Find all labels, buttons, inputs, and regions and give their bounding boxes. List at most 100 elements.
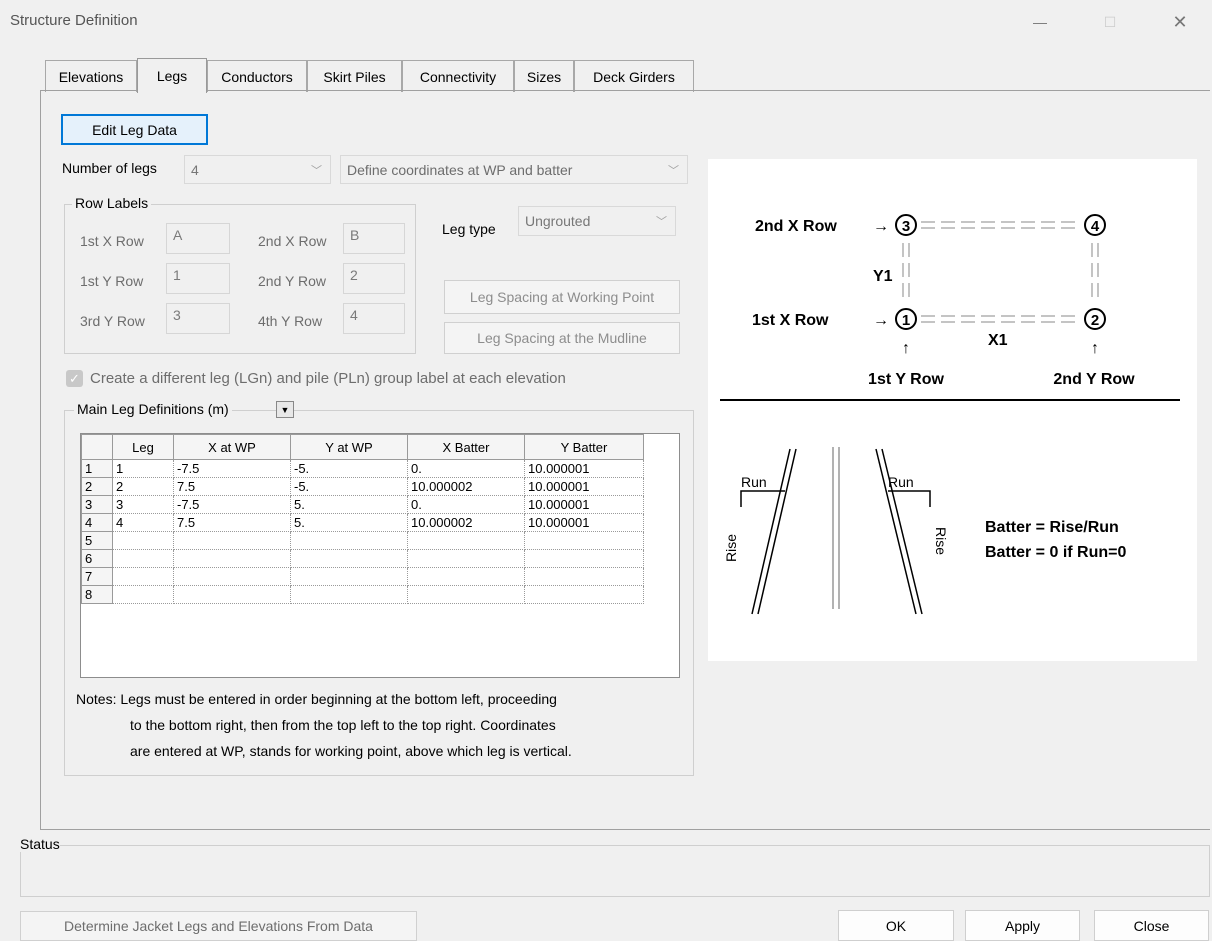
tab-sizes[interactable]: Sizes (514, 60, 574, 92)
grid-cell[interactable] (112, 585, 174, 604)
tab-connectivity[interactable]: Connectivity (402, 60, 514, 92)
table-row[interactable]: 1 1 -7.5 -5. 0. 10.000001 (81, 459, 644, 478)
grid-cell[interactable] (290, 549, 408, 568)
table-row[interactable]: 7 (81, 567, 644, 586)
x1-row-field[interactable]: A (166, 223, 230, 254)
row-number[interactable]: 2 (81, 477, 113, 496)
table-row[interactable]: 5 (81, 531, 644, 550)
grid-cell[interactable]: 10.000002 (407, 477, 525, 496)
grid-cell[interactable] (173, 531, 291, 550)
y2-row-field[interactable]: 2 (343, 263, 405, 294)
leg-definitions-grid[interactable]: Leg X at WP Y at WP X Batter Y Batter 11… (80, 433, 680, 678)
tab-deck-girders[interactable]: Deck Girders (574, 60, 694, 92)
grid-cell[interactable] (407, 567, 525, 586)
grid-cell[interactable] (290, 585, 408, 604)
units-dropdown-icon[interactable]: ▼ (276, 401, 294, 418)
row-number[interactable]: 1 (81, 459, 113, 478)
tab-legs[interactable]: Legs (137, 58, 207, 93)
grid-cell[interactable]: 4 (112, 513, 174, 532)
grid-cell[interactable] (407, 585, 525, 604)
grid-cell[interactable] (524, 567, 644, 586)
run-right-label: Run (888, 474, 914, 490)
close-window-button[interactable]: ✕ (1150, 0, 1210, 44)
y1-row-up-arrow: ↑ (902, 340, 910, 357)
row-number[interactable]: 4 (81, 513, 113, 532)
grid-cell[interactable] (112, 549, 174, 568)
grid-cell[interactable]: 7.5 (173, 513, 291, 532)
row-labels-title: Row Labels (72, 195, 152, 211)
minimize-button[interactable]: — (1010, 0, 1070, 44)
apply-button[interactable]: Apply (965, 910, 1080, 941)
grid-cell[interactable]: -7.5 (173, 459, 291, 478)
grid-cell[interactable]: 2 (112, 477, 174, 496)
grid-cell[interactable]: 10.000001 (524, 459, 644, 478)
row-number[interactable]: 6 (81, 549, 113, 568)
grid-cell[interactable] (112, 567, 174, 586)
determine-jacket-button[interactable]: Determine Jacket Legs and Elevations Fro… (20, 911, 417, 941)
tab-elevations[interactable]: Elevations (45, 60, 137, 92)
col-x-batter[interactable]: X Batter (407, 434, 525, 460)
leg-type-value: Ungrouted (525, 213, 591, 229)
y4-row-field[interactable]: 4 (343, 303, 405, 334)
row-number[interactable]: 3 (81, 495, 113, 514)
grid-cell[interactable]: 10.000002 (407, 513, 525, 532)
close-button[interactable]: Close (1094, 910, 1209, 941)
edit-leg-data-button[interactable]: Edit Leg Data (61, 114, 208, 145)
grid-cell[interactable] (524, 585, 644, 604)
x1-row-diagram-label: 1st X Row (752, 312, 829, 329)
x1-row-label: 1st X Row (80, 233, 144, 249)
tab-skirt-piles[interactable]: Skirt Piles (307, 60, 402, 92)
col-y-batter[interactable]: Y Batter (524, 434, 644, 460)
col-y-at-wp[interactable]: Y at WP (290, 434, 408, 460)
row-number[interactable]: 5 (81, 531, 113, 550)
row-number[interactable]: 8 (81, 585, 113, 604)
number-of-legs-select[interactable]: 4 ﹀ (184, 155, 331, 184)
define-mode-select[interactable]: Define coordinates at WP and batter ﹀ (340, 155, 688, 184)
grid-cell[interactable]: 3 (112, 495, 174, 514)
table-row[interactable]: 6 (81, 549, 644, 568)
grid-cell[interactable]: 1 (112, 459, 174, 478)
grid-cell[interactable] (290, 531, 408, 550)
ok-button[interactable]: OK (838, 910, 954, 941)
grid-cell[interactable]: 5. (290, 495, 408, 514)
grid-cell[interactable] (173, 585, 291, 604)
grid-cell[interactable]: 0. (407, 459, 525, 478)
grid-cell[interactable]: 7.5 (173, 477, 291, 496)
col-leg[interactable]: Leg (112, 434, 174, 460)
grid-cell[interactable] (524, 531, 644, 550)
y3-row-label: 3rd Y Row (80, 313, 145, 329)
table-row[interactable]: 4 4 7.5 5. 10.000002 10.000001 (81, 513, 644, 532)
group-label-checkbox[interactable]: ✓ (66, 370, 83, 387)
grid-cell[interactable]: -7.5 (173, 495, 291, 514)
grid-cell[interactable]: -5. (290, 459, 408, 478)
tab-conductors[interactable]: Conductors (207, 60, 307, 92)
grid-cell[interactable]: 10.000001 (524, 477, 644, 496)
leg-spacing-wp-button[interactable]: Leg Spacing at Working Point (444, 280, 680, 314)
grid-cell[interactable] (290, 567, 408, 586)
x2-row-field[interactable]: B (343, 223, 405, 254)
grid-cell[interactable]: 5. (290, 513, 408, 532)
grid-cell[interactable] (407, 549, 525, 568)
table-row[interactable]: 3 3 -7.5 5. 0. 10.000001 (81, 495, 644, 514)
table-row[interactable]: 8 (81, 585, 644, 604)
leg-type-select[interactable]: Ungrouted ﹀ (518, 206, 676, 236)
group-label-text: Create a different leg (LGn) and pile (P… (90, 370, 566, 387)
grid-cell[interactable] (524, 549, 644, 568)
grid-cell[interactable]: -5. (290, 477, 408, 496)
row-number[interactable]: 7 (81, 567, 113, 586)
grid-cell[interactable] (407, 531, 525, 550)
grid-cell[interactable]: 0. (407, 495, 525, 514)
y1-row-field[interactable]: 1 (166, 263, 230, 294)
chevron-down-icon: ﹀ (311, 164, 322, 177)
col-x-at-wp[interactable]: X at WP (173, 434, 291, 460)
leg-spacing-mudline-button[interactable]: Leg Spacing at the Mudline (444, 322, 680, 354)
table-row[interactable]: 2 2 7.5 -5. 10.000002 10.000001 (81, 477, 644, 496)
grid-cell[interactable] (173, 549, 291, 568)
y2-row-diagram-label: 2nd Y Row (1053, 371, 1135, 388)
y3-row-field[interactable]: 3 (166, 303, 230, 334)
grid-cell[interactable]: 10.000001 (524, 495, 644, 514)
grid-cell[interactable] (112, 531, 174, 550)
grid-cell[interactable] (173, 567, 291, 586)
define-mode-value: Define coordinates at WP and batter (347, 161, 573, 178)
grid-cell[interactable]: 10.000001 (524, 513, 644, 532)
